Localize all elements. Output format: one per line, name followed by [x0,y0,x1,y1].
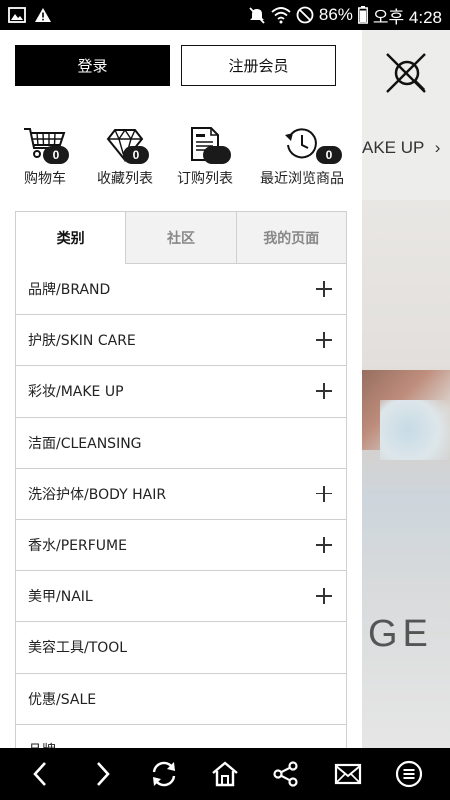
category-item-brand-2[interactable]: 品牌 [16,725,346,748]
tab-community[interactable]: 社区 [125,212,236,264]
no-signal-icon [296,6,314,24]
battery-icon [357,6,368,24]
category-label: 品牌 [28,740,56,748]
home-icon [212,761,238,787]
category-label: 优惠/SALE [28,691,97,708]
tab-my-page[interactable]: 我的页面 [235,212,346,264]
menu-tabs: 类别 社区 我的页面 [16,212,346,264]
banner-text: AKE UP [362,138,425,157]
plus-icon[interactable] [316,332,332,349]
hero-image [362,200,450,748]
share-icon [273,761,298,787]
share-button[interactable] [266,754,306,794]
warning-icon [35,8,51,22]
category-item-nail[interactable]: 美甲/NAIL [16,571,346,623]
hero-text: GE [368,613,433,655]
category-label: 香水/PERFUME [28,538,127,555]
quick-link-label: 收藏列表 [97,171,153,187]
plus-icon[interactable] [316,485,332,502]
back-button[interactable] [21,754,61,794]
status-bar: 86% 오후 4:28 [0,0,450,30]
quick-link-orders[interactable]: 订购列表 [174,112,236,188]
refresh-icon [152,761,175,787]
menu-icon [396,760,423,788]
forward-icon [97,762,110,786]
side-drawer: 登录 注册会员 0 购物车 0 收藏列表 订购列表 0 最近浏览商品 类别 社区… [0,30,362,748]
plus-icon[interactable] [316,588,332,605]
gallery-icon [8,7,26,23]
category-item-perfume[interactable]: 香水/PERFUME [16,520,346,572]
recent-count-badge: 0 [316,146,342,164]
category-label: 美甲/NAIL [28,589,93,606]
category-list: 品牌/BRAND 护肤/SKIN CARE 彩妆/MAKE UP 洁面/CLEA… [16,264,346,748]
quick-link-label: 购物车 [24,171,66,187]
category-label: 彩妆/MAKE UP [28,384,124,401]
mail-button[interactable] [328,754,368,794]
battery-percent: 86% [318,5,353,24]
category-label: 护肤/SKIN CARE [28,333,136,350]
quick-link-recent[interactable]: 0 最近浏览商品 [256,112,348,188]
quick-links: 0 购物车 0 收藏列表 订购列表 0 最近浏览商品 [0,112,362,190]
tab-categories[interactable]: 类别 [16,212,126,264]
auth-buttons: 登录 注册会员 [15,45,336,86]
login-button[interactable]: 登录 [15,45,170,86]
category-item-tool[interactable]: 美容工具/TOOL [16,622,346,674]
register-button[interactable]: 注册会员 [181,45,336,86]
category-label: 美容工具/TOOL [28,640,128,657]
home-button[interactable] [205,754,245,794]
category-label: 洗浴护体/BODY HAIR [28,486,167,503]
category-item-make-up[interactable]: 彩妆/MAKE UP [16,366,346,418]
quick-link-label: 订购列表 [177,171,233,187]
wishlist-count-badge: 0 [123,146,149,164]
screen: AKE UP › GE 86% 오후 4:28 登录 注册会员 0 购物车 0 … [0,0,450,800]
hero-image-clothing [380,400,450,460]
chevron-right-icon: › [434,138,441,157]
refresh-button[interactable] [144,754,184,794]
category-item-sale[interactable]: 优惠/SALE [16,674,346,725]
plus-icon[interactable] [316,383,332,400]
category-label: 品牌/BRAND [28,282,111,299]
plus-icon[interactable] [316,281,332,298]
wifi-icon [271,7,291,24]
forward-button[interactable] [82,754,122,794]
cart-count-badge: 0 [43,146,69,164]
category-item-skin-care[interactable]: 护肤/SKIN CARE [16,315,346,367]
clock: 오후 4:28 [372,7,442,27]
orders-count-badge [203,146,231,164]
history-clock-icon [285,128,317,159]
back-icon [32,762,46,786]
plus-icon[interactable] [316,537,332,554]
quick-link-cart[interactable]: 0 购物车 [10,112,80,188]
quick-link-label: 最近浏览商品 [260,171,344,187]
quick-link-wishlist[interactable]: 0 收藏列表 [92,112,158,188]
close-icon [386,53,426,93]
banner-link[interactable]: AKE UP › [362,138,440,158]
close-drawer-button[interactable] [383,50,429,96]
bottom-nav-bar [0,748,450,800]
category-menu: 类别 社区 我的页面 品牌/BRAND 护肤/SKIN CARE 彩妆/MAKE… [15,211,347,748]
category-label: 洁面/CLEANSING [28,435,142,452]
mail-icon [334,763,361,785]
mute-icon [249,7,265,24]
category-item-body-hair[interactable]: 洗浴护体/BODY HAIR [16,469,346,520]
menu-button[interactable] [389,754,429,794]
category-item-cleansing[interactable]: 洁面/CLEANSING [16,418,346,469]
category-item-brand[interactable]: 品牌/BRAND [16,264,346,316]
